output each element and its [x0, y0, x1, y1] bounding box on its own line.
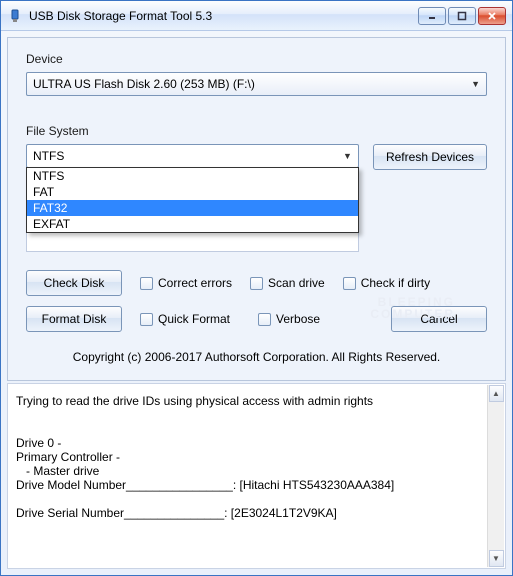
- filesystem-dropdown[interactable]: NTFS FAT FAT32 EXFAT: [26, 167, 359, 233]
- scrollbar[interactable]: ▲ ▼: [487, 385, 504, 567]
- checkbox-label: Verbose: [276, 312, 320, 326]
- client-area: BLEEPING COMPUTER Device ULTRA US Flash …: [1, 31, 512, 575]
- checkbox-icon: [140, 277, 153, 290]
- device-combo[interactable]: ULTRA US Flash Disk 2.60 (253 MB) (F:\) …: [26, 72, 487, 96]
- log-line: - Master drive: [16, 464, 497, 478]
- log-line: Drive Model Number________________: [Hit…: [16, 478, 497, 492]
- check-if-dirty-checkbox[interactable]: Check if dirty: [343, 276, 430, 290]
- app-window: USB Disk Storage Format Tool 5.3 BLEEPIN…: [0, 0, 513, 576]
- filesystem-label: File System: [26, 124, 487, 138]
- window-controls: [418, 7, 506, 25]
- checkbox-label: Correct errors: [158, 276, 232, 290]
- checkbox-label: Quick Format: [158, 312, 230, 326]
- log-line: Trying to read the drive IDs using physi…: [16, 394, 497, 408]
- chevron-down-icon: ▼: [343, 151, 352, 161]
- check-disk-button[interactable]: Check Disk: [26, 270, 122, 296]
- scroll-up-icon[interactable]: ▲: [489, 385, 504, 402]
- filesystem-option-ntfs[interactable]: NTFS: [27, 168, 358, 184]
- device-combo-value: ULTRA US Flash Disk 2.60 (253 MB) (F:\): [33, 77, 255, 91]
- titlebar[interactable]: USB Disk Storage Format Tool 5.3: [1, 1, 512, 31]
- copyright-text: Copyright (c) 2006-2017 Authorsoft Corpo…: [26, 350, 487, 364]
- refresh-devices-button[interactable]: Refresh Devices: [373, 144, 487, 170]
- cancel-button[interactable]: Cancel: [391, 306, 487, 332]
- maximize-button[interactable]: [448, 7, 476, 25]
- scroll-down-icon[interactable]: ▼: [489, 550, 504, 567]
- checkbox-label: Check if dirty: [361, 276, 430, 290]
- quick-format-checkbox[interactable]: Quick Format: [140, 312, 230, 326]
- correct-errors-checkbox[interactable]: Correct errors: [140, 276, 232, 290]
- filesystem-combo[interactable]: NTFS ▼: [26, 144, 359, 168]
- log-line: Drive Serial Number_______________: [2E3…: [16, 506, 497, 520]
- checkbox-icon: [343, 277, 356, 290]
- verbose-checkbox[interactable]: Verbose: [258, 312, 320, 326]
- checkbox-icon: [140, 313, 153, 326]
- log-line: Drive 0 -: [16, 436, 497, 450]
- window-title: USB Disk Storage Format Tool 5.3: [29, 9, 418, 23]
- log-line: Primary Controller -: [16, 450, 497, 464]
- filesystem-combo-value: NTFS: [33, 149, 64, 163]
- minimize-button[interactable]: [418, 7, 446, 25]
- checkbox-icon: [258, 313, 271, 326]
- checkbox-label: Scan drive: [268, 276, 325, 290]
- format-disk-button[interactable]: Format Disk: [26, 306, 122, 332]
- log-output[interactable]: Trying to read the drive IDs using physi…: [7, 383, 506, 569]
- chevron-down-icon: ▼: [471, 79, 480, 89]
- filesystem-option-fat[interactable]: FAT: [27, 184, 358, 200]
- filesystem-option-fat32[interactable]: FAT32: [27, 200, 358, 216]
- checkbox-icon: [250, 277, 263, 290]
- device-label: Device: [26, 52, 487, 66]
- scan-drive-checkbox[interactable]: Scan drive: [250, 276, 325, 290]
- form-panel: BLEEPING COMPUTER Device ULTRA US Flash …: [7, 37, 506, 381]
- filesystem-option-exfat[interactable]: EXFAT: [27, 216, 358, 232]
- app-icon: [7, 8, 23, 24]
- close-button[interactable]: [478, 7, 506, 25]
